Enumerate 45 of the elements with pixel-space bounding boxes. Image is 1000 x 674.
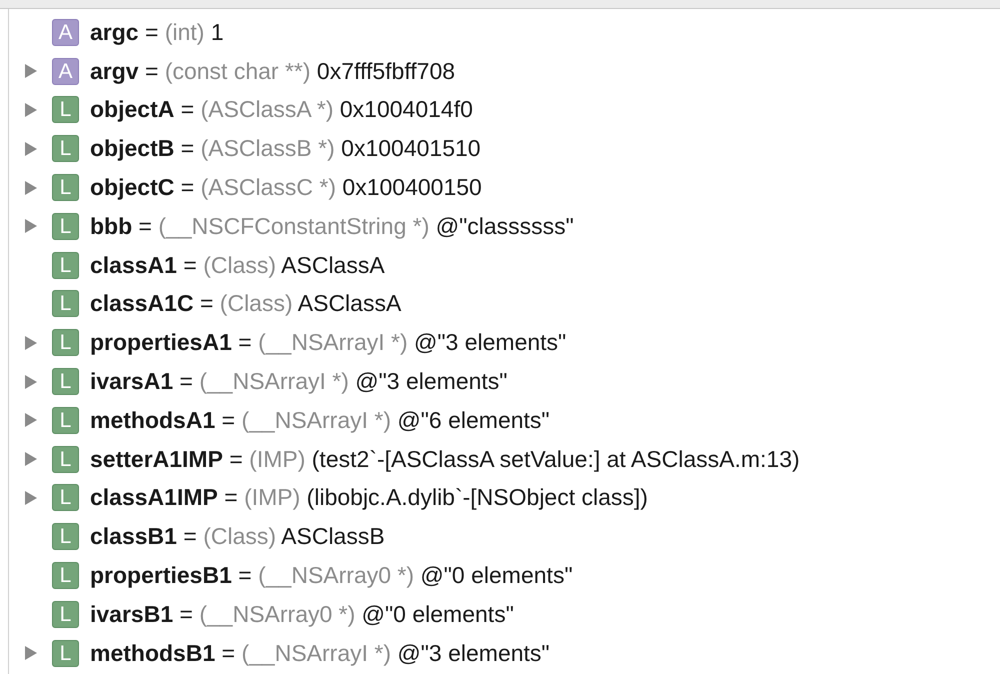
disclosure-triangle-icon[interactable] bbox=[24, 102, 38, 118]
disclosure-triangle-icon[interactable] bbox=[24, 645, 38, 662]
disclosure-triangle-icon[interactable] bbox=[24, 218, 38, 234]
variable-entry[interactable]: ivarsA1 = (__NSArrayI *) @"3 elements" bbox=[90, 368, 508, 396]
variable-entry[interactable]: ivarsB1 = (__NSArray0 *) @"0 elements" bbox=[90, 600, 514, 628]
disclosure-triangle-icon[interactable] bbox=[24, 180, 38, 196]
disclosure-triangle-icon[interactable] bbox=[24, 412, 38, 428]
variable-entry[interactable]: classA1C = (Class) ASClassA bbox=[90, 290, 402, 318]
disclosure-triangle-icon[interactable] bbox=[24, 140, 38, 157]
variable-kind-icon: A bbox=[52, 58, 79, 85]
variable-kind-icon: L bbox=[52, 446, 79, 473]
disclosure-triangle-icon[interactable] bbox=[24, 451, 38, 468]
disclosure-triangle-icon[interactable] bbox=[24, 374, 38, 390]
variable-entry[interactable]: argc = (int) 1 bbox=[90, 18, 224, 46]
variable-kind-icon: L bbox=[52, 290, 79, 318]
variable-kind-icon: L bbox=[52, 600, 79, 628]
variable-entry[interactable]: classA1 = (Class) ASClassA bbox=[90, 252, 385, 279]
variable-entry[interactable]: methodsB1 = (__NSArrayI *) @"3 elements" bbox=[90, 640, 550, 667]
variable-kind-icon: L bbox=[52, 252, 79, 279]
disclosure-triangle-icon[interactable] bbox=[24, 490, 38, 506]
variable-kind-icon: L bbox=[52, 523, 79, 550]
variable-entry[interactable]: bbb = (__NSCFConstantString *) @"classssss" bbox=[90, 212, 574, 240]
variable-entry[interactable]: classB1 = (Class) ASClassB bbox=[90, 523, 385, 550]
disclosure-triangle-icon[interactable] bbox=[24, 334, 38, 351]
variable-kind-icon: L bbox=[52, 406, 79, 434]
variable-kind-icon: L bbox=[52, 329, 79, 356]
variable-kind-icon: L bbox=[52, 96, 79, 124]
variable-kind-icon: L bbox=[52, 562, 79, 590]
variable-kind-icon: L bbox=[52, 135, 79, 162]
variable-entry[interactable]: setterA1IMP = (IMP) (test2`-[ASClassA setValue:] at ASClassA.m:13) bbox=[90, 446, 800, 473]
variable-kind-icon: L bbox=[52, 174, 79, 202]
variable-entry[interactable]: propertiesB1 = (__NSArray0 *) @"0 elements" bbox=[90, 562, 573, 590]
variable-entry[interactable]: objectB = (ASClassB *) 0x100401510 bbox=[90, 135, 481, 162]
variable-entry[interactable]: objectC = (ASClassC *) 0x100400150 bbox=[90, 174, 482, 202]
variable-kind-icon: L bbox=[52, 484, 79, 512]
variable-kind-icon: A bbox=[52, 18, 79, 46]
variable-entry[interactable]: objectA = (ASClassA *) 0x1004014f0 bbox=[90, 96, 473, 124]
variable-kind-icon: L bbox=[52, 640, 79, 667]
variable-entry[interactable]: methodsA1 = (__NSArrayI *) @"6 elements" bbox=[90, 406, 550, 434]
variable-kind-icon: L bbox=[52, 368, 79, 396]
variable-kind-icon: L bbox=[52, 212, 79, 240]
variable-entry[interactable]: argv = (const char **) 0x7fff5fbff708 bbox=[90, 58, 456, 85]
variable-entry[interactable]: classA1IMP = (IMP) (libobjc.A.dylib`-[NSObject class]) bbox=[90, 484, 648, 512]
disclosure-triangle-icon[interactable] bbox=[24, 63, 38, 80]
variable-entry[interactable]: propertiesA1 = (__NSArrayI *) @"3 elements" bbox=[90, 329, 566, 356]
